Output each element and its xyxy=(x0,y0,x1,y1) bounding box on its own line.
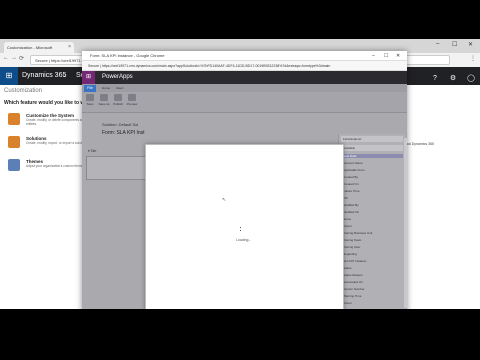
option-description: Adjust your organization's custom theme. xyxy=(26,164,85,168)
save-as-label: Save As xyxy=(98,102,110,106)
field-item[interactable]: Name xyxy=(343,217,351,221)
field-item[interactable]: Created On xyxy=(343,182,359,186)
brand-name[interactable]: Dynamics 365 xyxy=(22,67,66,85)
solutions-icon xyxy=(8,136,20,148)
ribbon: Save Save As Publish Preview xyxy=(82,92,407,113)
video-frame: Customization - Microsoft × – ☐ ✕ ← → ⟳ … xyxy=(0,39,480,309)
powerapps-header: ⊞ PowerApps xyxy=(82,71,407,84)
popup-close-button[interactable]: ✕ xyxy=(396,51,400,61)
themes-icon xyxy=(8,159,20,171)
popup-title: Form: SLA KPI Instance - Google Chrome xyxy=(90,53,165,58)
field-item[interactable]: Regarding xyxy=(343,252,357,256)
publish-icon xyxy=(114,94,122,101)
browser-tab[interactable]: Customization - Microsoft × xyxy=(4,42,74,53)
field-item[interactable]: Owner xyxy=(343,224,352,228)
field-item[interactable]: Created By xyxy=(343,175,358,179)
close-window-button[interactable]: ✕ xyxy=(468,41,473,48)
field-item[interactable]: Modified On xyxy=(343,210,359,214)
back-icon[interactable]: ← xyxy=(3,55,9,61)
save-as-icon xyxy=(100,94,108,101)
ribbon-tabs: File Home Insert xyxy=(82,84,407,92)
field-item[interactable]: Owning Team xyxy=(343,238,361,242)
tab-insert[interactable]: Insert xyxy=(116,85,124,92)
powerapps-brand: PowerApps xyxy=(102,74,133,80)
minimize-button[interactable]: – xyxy=(436,41,439,47)
page-title: Customization xyxy=(4,88,43,94)
field-item[interactable]: Owning User xyxy=(343,245,360,249)
popup-maximize-button[interactable]: ☐ xyxy=(384,51,388,61)
field-explorer-header: Field Explorer xyxy=(341,136,403,142)
publish-label: Publish xyxy=(113,102,123,106)
publish-button[interactable]: Publish xyxy=(112,94,124,106)
field-item[interactable]: Status Reason xyxy=(343,273,363,277)
forward-icon[interactable]: → xyxy=(11,55,17,61)
field-explorer: Field Explorer Available New Field Accou… xyxy=(338,134,405,309)
app-launcher-icon[interactable]: ⊞ xyxy=(0,67,18,85)
loading-dialog: ↖ Loading... xyxy=(145,144,344,309)
loading-spinner-icon xyxy=(238,227,242,235)
save-icon xyxy=(86,94,94,101)
right-panel-text: toad Dynamics 365 xyxy=(404,142,434,146)
mouse-cursor-icon: ↖ xyxy=(222,197,227,203)
save-button[interactable]: Save xyxy=(84,94,96,106)
save-as-button[interactable]: Save As xyxy=(98,94,110,106)
browser-menu-icon[interactable]: ⋮ xyxy=(470,55,476,62)
form-label: Form: SLA KPI Inst xyxy=(102,130,145,136)
field-item[interactable]: Status xyxy=(343,266,352,270)
tab-title: Customization - Microsoft xyxy=(7,45,53,50)
page-question: Which feature would you like to work xyxy=(4,100,93,106)
tab-file[interactable]: File xyxy=(84,85,96,92)
popup-url[interactable]: Secure | https://orel19971.crm.dynamics.… xyxy=(82,61,407,71)
preview-label: Preview xyxy=(126,102,138,106)
field-filter-select[interactable]: Available xyxy=(341,145,403,151)
option-description: Create, modify, or delete components and… xyxy=(26,118,86,126)
popup-minimize-button[interactable]: – xyxy=(372,51,375,61)
field-item[interactable]: Warning Time xyxy=(343,294,361,298)
popup-title-bar: Form: SLA KPI Instance - Google Chrome –… xyxy=(82,51,407,61)
loading-text: Loading... xyxy=(236,238,252,242)
field-item[interactable]: SLA KPI Instance xyxy=(343,259,366,263)
field-item[interactable]: Modified By xyxy=(343,203,359,207)
help-icon[interactable]: ? xyxy=(426,70,444,88)
solution-label: Solution: Default Sol xyxy=(102,122,139,127)
option-description: Create, modify, export, or import a solu… xyxy=(26,141,87,145)
reload-icon[interactable]: ⟳ xyxy=(19,55,24,62)
tab-close-icon[interactable]: × xyxy=(68,42,71,53)
chevron-down-icon[interactable]: ⌄ xyxy=(62,67,67,85)
field-explorer-scrollbar[interactable] xyxy=(404,138,407,308)
tab-home[interactable]: Home xyxy=(102,85,110,92)
gear-icon[interactable]: ⚙ xyxy=(444,70,462,88)
customize-icon xyxy=(8,113,20,125)
field-item[interactable]: Succeeded On xyxy=(343,280,363,284)
save-label: Save xyxy=(86,102,94,106)
field-item[interactable]: Account Name xyxy=(343,161,363,165)
form-tab-label[interactable]: ▾ Tab xyxy=(88,149,96,153)
app-launcher-icon[interactable]: ⊞ xyxy=(82,71,95,84)
field-item[interactable]: Failure Time xyxy=(343,189,360,193)
preview-button[interactable]: Preview xyxy=(126,94,138,106)
field-item[interactable]: New Field xyxy=(341,154,403,158)
field-item[interactable]: Applicable From xyxy=(343,168,365,172)
field-item[interactable]: Owning Business Unit xyxy=(343,231,372,235)
header-icons: ? ⚙ ◯ xyxy=(426,67,480,85)
user-avatar-icon[interactable]: ◯ xyxy=(462,70,480,88)
preview-icon xyxy=(128,94,136,101)
field-item[interactable]: Version Number xyxy=(343,287,365,291)
maximize-button[interactable]: ☐ xyxy=(452,41,457,48)
field-item[interactable]: Owner xyxy=(343,301,352,305)
